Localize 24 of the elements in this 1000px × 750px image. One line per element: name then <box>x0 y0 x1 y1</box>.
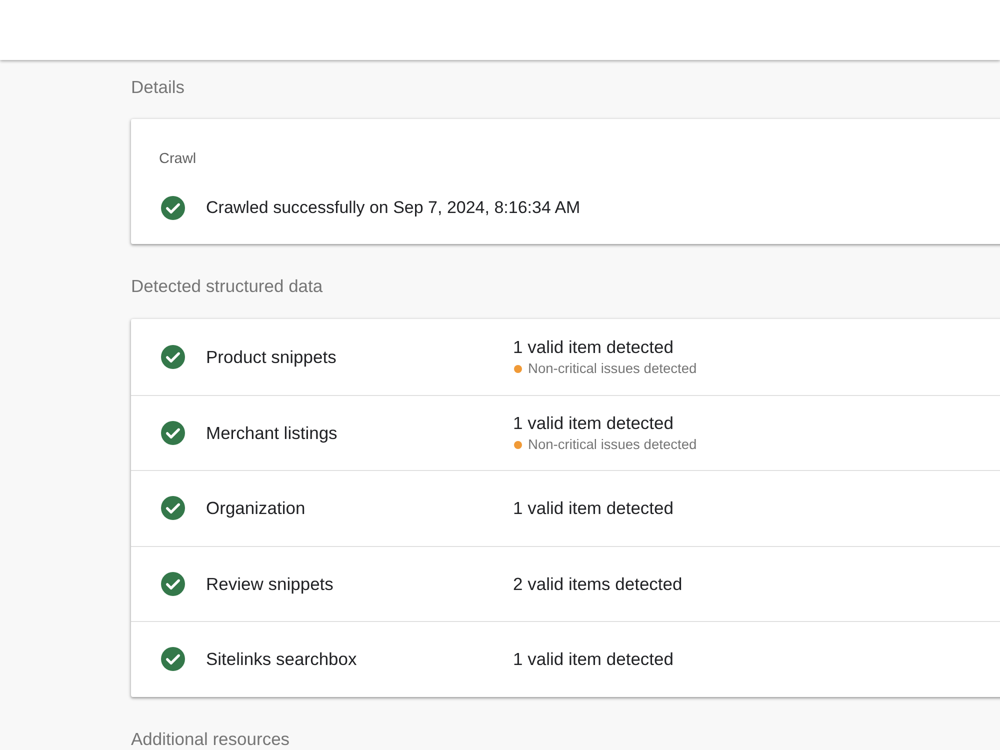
warning-dot-icon <box>514 440 522 449</box>
crawl-label: Crawl <box>159 150 196 168</box>
item-count-text: 1 valid item detected <box>513 412 675 433</box>
structured-data-row[interactable]: Review snippets 2 valid items detected <box>131 546 1000 621</box>
structured-data-row[interactable]: Sitelinks searchbox 1 valid item detected <box>131 621 1000 696</box>
item-type-name: Sitelinks searchbox <box>206 649 358 670</box>
structured-data-row[interactable]: Organization 1 valid item detected <box>131 470 1000 546</box>
item-type-name: Product snippets <box>206 346 338 367</box>
warning-dot-icon <box>514 364 522 373</box>
warning-text: Non-critical issues detected <box>528 360 697 377</box>
structured-data-row[interactable]: Product snippets 1 valid item detected Non-critical issues detected <box>131 319 1000 394</box>
crawl-status-text: Crawled successfully on Sep 7, 2024, 8:16:34 AM <box>206 198 580 218</box>
structured-data-row[interactable]: Merchant listings 1 valid item detected Non-critical issues detected <box>131 394 1000 470</box>
section-heading: Detected structured data <box>131 276 323 296</box>
item-type-name: Merchant listings <box>206 422 338 443</box>
item-type-name: Review snippets <box>206 574 334 594</box>
section-heading: Details <box>131 77 184 97</box>
item-count-text: 1 valid item detected <box>513 649 674 670</box>
item-count-text: 1 valid item detected <box>513 336 675 357</box>
item-count-text: 1 valid item detected <box>513 498 674 518</box>
section-heading: Additional resources <box>131 728 290 748</box>
warning-text: Non-critical issues detected <box>528 436 697 453</box>
item-count-text: 2 valid items detected <box>513 574 682 594</box>
item-type-name: Organization <box>206 498 306 518</box>
